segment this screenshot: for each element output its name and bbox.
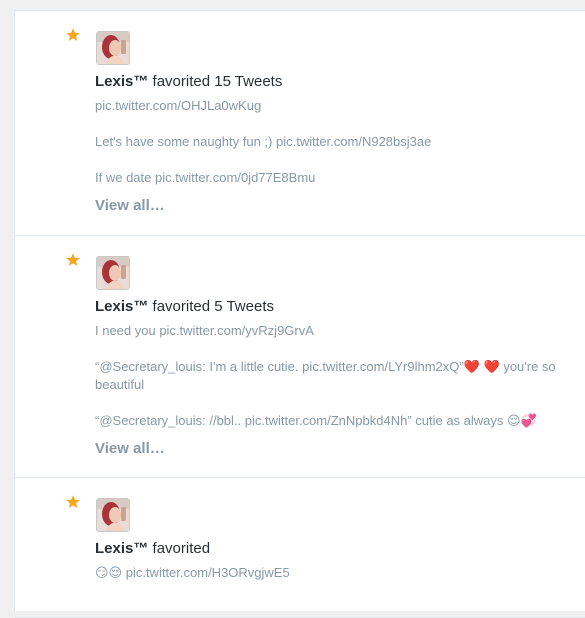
avatar[interactable] bbox=[96, 31, 130, 65]
activity-headline: Lexis™ favorited 15 Tweets bbox=[95, 72, 585, 92]
tweet-text[interactable]: If we date pic.twitter.com/0jd77E8Bmu bbox=[95, 169, 585, 187]
tweet-text[interactable]: “@Secretary_louis: I'm a little cutie. p… bbox=[95, 358, 585, 394]
activity-item: Lexis™ favorited 5 Tweets I need you pic… bbox=[15, 236, 585, 478]
star-icon bbox=[65, 27, 81, 43]
avatar[interactable] bbox=[96, 498, 130, 532]
avatar[interactable] bbox=[96, 256, 130, 290]
tweet-text[interactable]: “@Secretary_louis: //bbl.. pic.twitter.c… bbox=[95, 412, 585, 430]
star-icon bbox=[65, 252, 81, 268]
tweet-text[interactable]: 😏😌 pic.twitter.com/H3ORvgjwE5 bbox=[95, 564, 585, 582]
activity-content: Lexis™ favorited 5 Tweets I need you pic… bbox=[95, 297, 585, 459]
action-text: favorited 5 Tweets bbox=[148, 298, 274, 315]
view-all-link[interactable]: View all… bbox=[95, 196, 165, 216]
activity-item: Lexis™ favorited 😏😌 pic.twitter.com/H3OR… bbox=[15, 478, 585, 618]
activity-headline: Lexis™ favorited 5 Tweets bbox=[95, 297, 585, 317]
tweet-text[interactable]: Let's have some naughty fun ;) pic.twitt… bbox=[95, 133, 585, 151]
user-name[interactable]: Lexis™ bbox=[95, 540, 148, 557]
activity-item: Lexis™ favorited 15 Tweets pic.twitter.c… bbox=[15, 11, 585, 236]
user-name[interactable]: Lexis™ bbox=[95, 73, 148, 90]
user-name[interactable]: Lexis™ bbox=[95, 298, 148, 315]
tweet-text[interactable]: pic.twitter.com/OHJLa0wKug bbox=[95, 97, 585, 115]
star-icon bbox=[65, 494, 81, 510]
action-text: favorited bbox=[148, 540, 211, 557]
activity-content: Lexis™ favorited 15 Tweets pic.twitter.c… bbox=[95, 72, 585, 216]
activity-feed: Lexis™ favorited 15 Tweets pic.twitter.c… bbox=[14, 10, 585, 618]
activity-content: Lexis™ favorited 😏😌 pic.twitter.com/H3OR… bbox=[95, 539, 585, 582]
tweet-text[interactable]: I need you pic.twitter.com/yvRzj9GrvA bbox=[95, 322, 585, 340]
view-all-link[interactable]: View all… bbox=[95, 439, 165, 459]
action-text: favorited 15 Tweets bbox=[148, 73, 283, 90]
activity-headline: Lexis™ favorited bbox=[95, 539, 585, 559]
